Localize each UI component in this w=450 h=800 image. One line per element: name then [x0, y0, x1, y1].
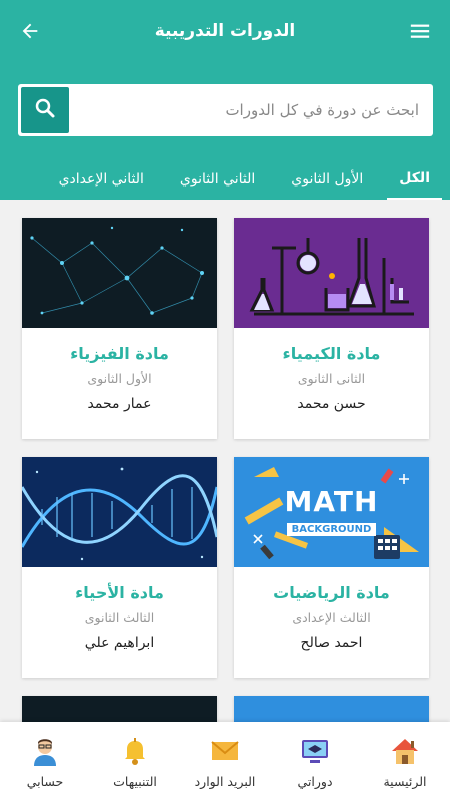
search-icon [33, 96, 57, 124]
nav-label: دوراتي [297, 774, 333, 789]
nav-notifications[interactable]: التنبيهات [90, 722, 180, 800]
courses-grid: مادة الكيمياء الثانى الثانوى حسن محمد ما… [0, 200, 450, 722]
course-card-biology[interactable]: مادة الأحياء الثالث الثانوى ابراهيم علي [22, 457, 217, 678]
dna-helix-image [22, 457, 217, 567]
account-icon [28, 734, 62, 768]
course-card-partial-left[interactable] [22, 696, 217, 722]
grade-tabs: الكل الأول الثانوي الثاني الثانوي الثاني… [0, 158, 450, 200]
course-title: مادة الرياضيات [273, 583, 390, 602]
nav-label: التنبيهات [113, 774, 157, 789]
course-grade: الثالث الثانوى [84, 610, 155, 625]
tab-second-preparatory[interactable]: الثاني الإعدادي [47, 158, 156, 200]
course-grade: الثانى الثانوى [297, 371, 366, 386]
nav-home[interactable]: الرئيسية [360, 722, 450, 800]
course-teacher: عمار محمد [87, 396, 152, 412]
course-card-physics[interactable]: مادة الفيزياء الأول الثانوى عمار محمد [22, 218, 217, 439]
course-grade: الأول الثانوى [87, 371, 152, 386]
home-icon [388, 734, 422, 768]
chemistry-lab-image [234, 218, 429, 328]
search-input[interactable] [69, 84, 433, 136]
course-teacher: حسن محمد [297, 396, 366, 412]
tab-first-secondary[interactable]: الأول الثانوي [279, 158, 375, 200]
mail-icon [208, 734, 242, 768]
bottom-navigation: الرئيسية دوراتي البريد الوارد التنبيهات … [0, 722, 450, 800]
course-image-partial [22, 696, 217, 722]
menu-icon[interactable] [404, 15, 436, 47]
page-title: الدورات التدريبية [154, 21, 296, 41]
nav-account[interactable]: حسابي [0, 722, 90, 800]
math-image-subtitle: BACKGROUND [286, 523, 377, 536]
course-teacher: ابراهيم علي [84, 635, 155, 651]
nav-my-courses[interactable]: دوراتي [270, 722, 360, 800]
course-title: مادة الكيمياء [282, 344, 381, 363]
app-bar: الدورات التدريبية [0, 0, 450, 62]
search-button[interactable] [21, 87, 69, 133]
network-particles-image [22, 218, 217, 328]
tab-all[interactable]: الكل [387, 158, 442, 200]
tab-second-secondary[interactable]: الثاني الثانوي [168, 158, 267, 200]
course-title: مادة الفيزياء [70, 344, 169, 363]
math-background-image: MATH BACKGROUND [234, 457, 429, 567]
course-teacher: احمد صالح [300, 635, 363, 651]
nav-inbox[interactable]: البريد الوارد [180, 722, 270, 800]
nav-label: حسابي [26, 774, 64, 789]
course-card-chemistry[interactable]: مادة الكيمياء الثانى الثانوى حسن محمد [234, 218, 429, 439]
search-bar [18, 84, 433, 136]
bell-icon [118, 734, 152, 768]
course-card-math[interactable]: MATH BACKGROUND مادة الرياضيات الثالث ال… [234, 457, 429, 678]
course-grade: الثالث الإعدادى [292, 610, 371, 625]
math-image-title: MATH [284, 485, 379, 518]
my-courses-icon [298, 734, 332, 768]
course-image-partial [234, 696, 429, 722]
course-card-partial-right[interactable] [234, 696, 429, 722]
nav-label: البريد الوارد [194, 774, 256, 789]
back-arrow-icon[interactable] [14, 15, 46, 47]
nav-label: الرئيسية [383, 774, 427, 789]
course-title: مادة الأحياء [75, 583, 164, 602]
